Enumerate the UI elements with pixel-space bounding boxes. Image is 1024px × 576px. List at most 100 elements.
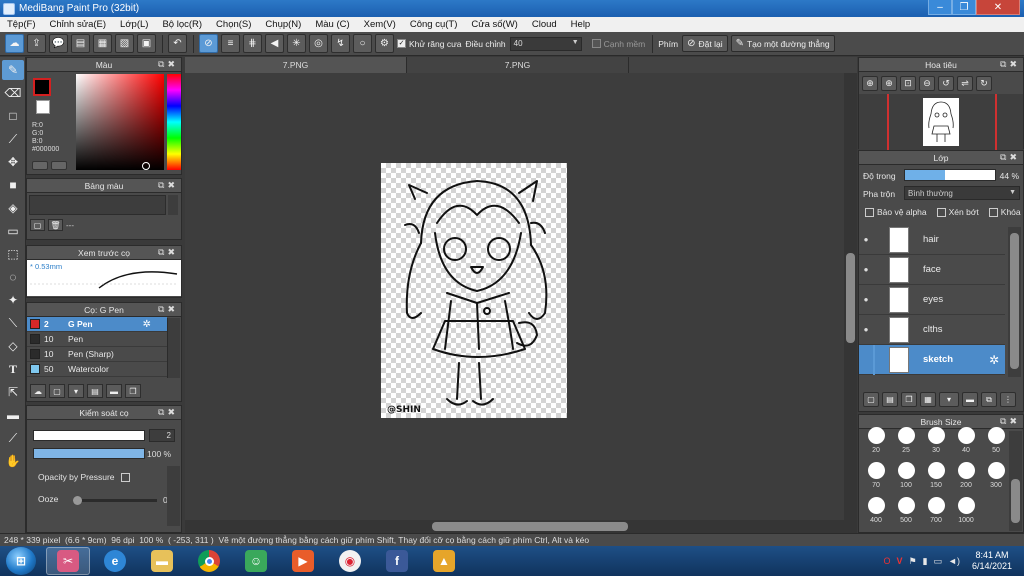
flag-icon[interactable]: ⚑ — [909, 556, 917, 567]
select-eraser-tool-icon[interactable]: ◇ — [2, 336, 24, 356]
layer-item[interactable]: ● face — [859, 255, 1005, 285]
straight-line-button[interactable]: ✎ Tạo một đường thẳng — [730, 35, 835, 52]
menu-help[interactable]: Help — [564, 19, 598, 30]
panel-controls[interactable]: ⧉✖ — [158, 59, 178, 70]
layer-list-scrollbar[interactable] — [1008, 227, 1021, 377]
menu-window[interactable]: Cửa số(W) — [464, 19, 524, 30]
flip-icon[interactable]: ⇌ — [957, 75, 973, 91]
brush-control-scrollbar[interactable] — [167, 466, 180, 526]
brush-size-value[interactable]: 2 — [149, 429, 175, 442]
divide-tool-icon[interactable]: ▬ — [2, 405, 24, 425]
comment-icon[interactable]: 💬 — [49, 34, 68, 53]
lasso-tool-icon[interactable]: ◌ — [2, 267, 24, 287]
text-tool-icon[interactable]: T — [2, 359, 24, 379]
curve-snap-icon[interactable]: ↯ — [331, 34, 350, 53]
panel-controls[interactable]: ⧉✖ — [1000, 152, 1020, 163]
brush-list-item[interactable]: 10 Pen (Sharp) — [27, 347, 167, 362]
color-picker-cursor[interactable] — [142, 162, 150, 170]
cross-snap-icon[interactable]: ⋕ — [243, 34, 262, 53]
navigator-preview[interactable] — [859, 94, 1023, 150]
zoom-plus-icon[interactable]: ⊕ — [881, 75, 897, 91]
ooze-slider[interactable] — [73, 496, 157, 505]
layer-item[interactable]: sketch ✲ — [859, 345, 1005, 375]
panel-controls[interactable]: ⧉✖ — [158, 247, 178, 258]
add-layer-menu-icon[interactable]: ▾ — [939, 392, 959, 407]
adjust-select[interactable]: 40 ▼ — [509, 36, 582, 51]
zoom-in-icon[interactable]: ⊕ — [862, 75, 878, 91]
pressure-checkbox[interactable] — [120, 472, 130, 482]
add-brush-icon[interactable]: ▾ — [68, 384, 84, 398]
layer-item[interactable]: ● hair — [859, 225, 1005, 255]
operation-tool-icon[interactable]: ⇱ — [2, 382, 24, 402]
power-icon[interactable]: ▭ — [934, 556, 943, 567]
taskbar-explorer[interactable]: ▬ — [140, 547, 184, 575]
rotate-right-icon[interactable]: ↻ — [976, 75, 992, 91]
copy-brush-icon[interactable]: ▤ — [87, 384, 103, 398]
network-icon[interactable]: ▮ — [923, 556, 928, 567]
trash-icon[interactable]: 🗑 — [48, 219, 63, 231]
eye-icon[interactable]: ● — [859, 295, 873, 304]
taskbar-media[interactable]: ▶ — [281, 547, 325, 575]
saturation-value-picker[interactable] — [76, 74, 164, 170]
brush-size-option[interactable]: 200 — [951, 460, 981, 494]
vertical-scroll-thumb[interactable] — [846, 253, 855, 343]
brush-size-option[interactable]: 400 — [861, 495, 891, 529]
blur-tool-icon[interactable]: ⟋ — [2, 129, 24, 149]
taskbar-facebook[interactable]: f — [375, 547, 419, 575]
antivirus-icon[interactable]: V — [896, 556, 902, 566]
brush-size-slider[interactable] — [33, 430, 145, 441]
brush-size-option[interactable]: 30 — [921, 425, 951, 459]
brush-size-scrollbar[interactable] — [1009, 431, 1022, 531]
ellipse-snap-icon[interactable]: ○ — [353, 34, 372, 53]
taskbar-app-green[interactable]: ☺ — [234, 547, 278, 575]
brush-size-option[interactable]: 25 — [891, 425, 921, 459]
panel-controls[interactable]: ⧉✖ — [1000, 59, 1020, 70]
panel-controls[interactable]: ⧉✖ — [158, 407, 178, 418]
taskbar-medibang[interactable]: ✂ — [46, 547, 90, 575]
canvas-horizontal-scrollbar[interactable] — [185, 520, 857, 533]
brush-size-option[interactable]: 100 — [891, 460, 921, 494]
brush-size-scroll-thumb[interactable] — [1011, 479, 1020, 523]
fit-window-icon[interactable]: ⊡ — [900, 75, 916, 91]
background-color-swatch[interactable] — [36, 100, 50, 114]
select-pen-tool-icon[interactable]: ⟍ — [2, 313, 24, 333]
close-button[interactable]: ✕ — [976, 0, 1020, 15]
fill-rect-tool-icon[interactable]: ■ — [2, 175, 24, 195]
color-mode-button[interactable] — [51, 161, 67, 170]
taskbar-app-landscape[interactable]: ▲ — [422, 547, 466, 575]
document-icon[interactable]: ▦ — [93, 34, 112, 53]
layer-settings-icon[interactable]: ⋮ — [1000, 392, 1016, 407]
volume-icon[interactable]: ◄) — [948, 556, 960, 566]
brush-tool-icon[interactable]: ✎ — [2, 60, 24, 80]
antialias-checkbox[interactable]: ✓ — [397, 39, 406, 48]
windows-start-icon[interactable]: ⊞ — [6, 547, 36, 575]
swatch-scrollbar[interactable] — [168, 195, 178, 215]
menu-filter[interactable]: Bộ lọc(R) — [155, 19, 209, 30]
zoom-out-icon[interactable]: ⊖ — [919, 75, 935, 91]
protect-alpha-checkbox[interactable] — [865, 207, 874, 217]
bucket-tool-icon[interactable]: ◈ — [2, 198, 24, 218]
brush-opacity-slider[interactable] — [33, 448, 145, 459]
eraser-tool-icon[interactable]: ⌫ — [2, 83, 24, 103]
brush-size-option[interactable]: 700 — [921, 495, 951, 529]
brush-list-item[interactable]: 2 G Pen ✲ — [27, 317, 167, 332]
magic-wand-tool-icon[interactable]: ✦ — [2, 290, 24, 310]
taskbar-app-ring[interactable]: ◉ — [328, 547, 372, 575]
foreground-color-swatch[interactable] — [33, 78, 51, 96]
brush-size-option[interactable]: 1000 — [951, 495, 981, 529]
brush-list-item[interactable]: 50 Watercolor — [27, 362, 167, 377]
eyedropper-tool-icon[interactable]: ⟋ — [2, 428, 24, 448]
clock[interactable]: 8:41 AM 6/14/2021 — [972, 550, 1012, 572]
book-icon[interactable]: ▤ — [71, 34, 90, 53]
grid-icon[interactable]: ▧ — [115, 34, 134, 53]
circle-snap-icon[interactable]: ◎ — [309, 34, 328, 53]
brush-size-option[interactable]: 40 — [951, 425, 981, 459]
eye-icon[interactable]: ● — [859, 325, 873, 334]
blend-mode-select[interactable]: Bình thường ▼ — [904, 186, 1020, 200]
folder-icon[interactable]: ▬ — [106, 384, 122, 398]
move-tool-icon[interactable]: ✥ — [2, 152, 24, 172]
drawing-canvas[interactable]: @SHIN — [381, 163, 567, 418]
new-swatch-icon[interactable]: ▢ — [30, 219, 45, 231]
layer-item[interactable]: ● clths — [859, 315, 1005, 345]
menu-color[interactable]: Màu (C) — [308, 19, 356, 30]
